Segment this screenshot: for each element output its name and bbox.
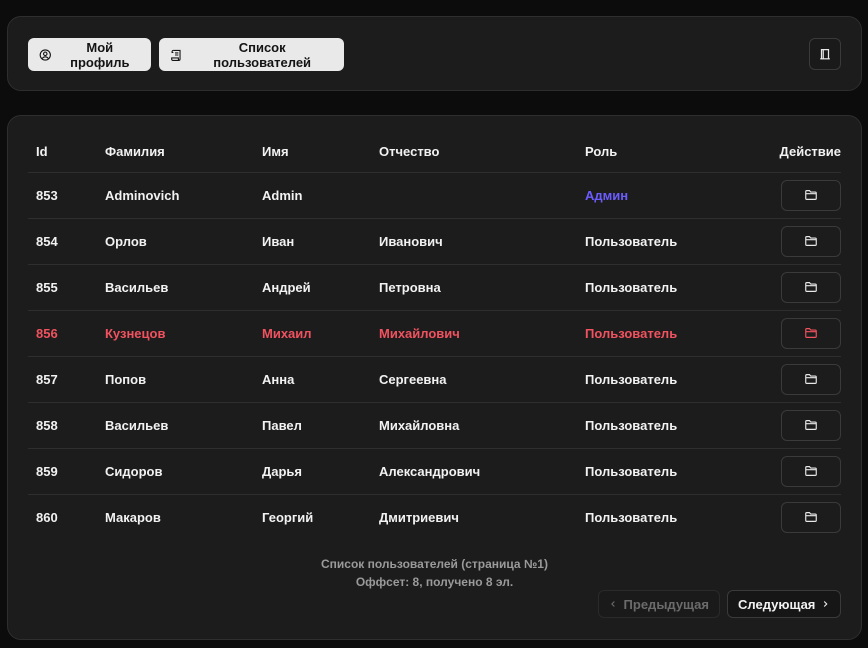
cell-role: Пользователь (577, 264, 741, 311)
previous-page-label: Предыдущая (623, 596, 709, 612)
cell-action (741, 494, 841, 540)
cell-first-name: Георгий (262, 509, 314, 525)
table-row: 859 Сидоров Дарья Александрович Пользователь (28, 448, 841, 495)
cell-id: 854 (28, 218, 97, 265)
cell-first-name: Дарья (254, 448, 371, 495)
user-circle-icon (39, 48, 51, 61)
cell-id: 855 (28, 264, 97, 311)
cell-first-name: Павел (254, 402, 371, 449)
open-user-button[interactable] (781, 225, 841, 257)
open-user-button[interactable] (781, 501, 841, 533)
folder-icon (805, 328, 817, 338)
cell-patronymic: Дмитриевич (379, 509, 459, 525)
cell-patronymic: Александрович (371, 448, 577, 495)
cell-first-name: Анна (254, 356, 371, 403)
offset-info-text: Оффсет: 8, получено 8 эл. (355, 575, 514, 589)
folder-icon (805, 236, 817, 246)
users-table-panel: Id Фамилия Имя Отчество Роль Действие 85… (7, 115, 862, 640)
table-row: 860 Макаров Георгий Дмитриевич Пользователь (28, 494, 841, 540)
cell-first-name: Иван (254, 218, 371, 265)
cell-role: Пользователь (577, 218, 741, 265)
column-header-id: Id (28, 132, 97, 173)
cell-first-name: Михаил (254, 310, 371, 357)
cell-action (741, 356, 841, 403)
cell-action (741, 172, 841, 219)
cell-patronymic: Сергеевна (371, 356, 577, 403)
cell-action (741, 402, 841, 449)
cell-first-name: Admin (254, 172, 371, 219)
cell-last-name: Сидоров (97, 448, 254, 495)
column-header-action: Действие (741, 132, 841, 173)
folder-icon (805, 420, 817, 430)
chevron-left-icon (611, 601, 615, 607)
open-user-button[interactable] (781, 317, 841, 349)
table-row: 853 Adminovich Admin Админ (28, 172, 841, 219)
my-profile-label: Мой профиль (70, 39, 130, 70)
scroll-icon (171, 49, 181, 61)
chevron-right-icon (824, 601, 828, 607)
table-header-row: Id Фамилия Имя Отчество Роль Действие (28, 132, 841, 173)
folder-icon (805, 466, 817, 476)
cell-patronymic (371, 172, 577, 219)
logout-button[interactable] (809, 38, 841, 70)
cell-id: 853 (28, 172, 97, 219)
cell-patronymic: Михайловна (371, 402, 577, 449)
cell-role: Админ (577, 172, 741, 219)
my-profile-button[interactable]: Мой профиль (28, 38, 151, 71)
open-user-button[interactable] (781, 271, 841, 303)
column-header-first-name: Имя (254, 132, 371, 173)
cell-patronymic: Михайлович (371, 310, 577, 357)
users-table: Id Фамилия Имя Отчество Роль Действие 85… (28, 132, 841, 540)
cell-last-name: Орлов (97, 218, 254, 265)
cell-patronymic: Петровна (371, 264, 577, 311)
column-header-last-name: Фамилия (97, 132, 254, 173)
open-user-button[interactable] (781, 179, 841, 211)
cell-role: Пользователь (577, 402, 741, 449)
table-row: 856 Кузнецов Михаил Михайлович Пользователь (28, 310, 841, 357)
cell-role: Пользователь (577, 310, 741, 357)
open-user-button[interactable] (781, 409, 841, 441)
cell-action (741, 264, 841, 311)
table-row: 858 Васильев Павел Михайловна Пользователь (28, 402, 841, 449)
cell-id: 857 (28, 356, 97, 403)
cell-last-name: Adminovich (97, 172, 254, 219)
folder-icon (805, 374, 817, 384)
open-user-button[interactable] (781, 455, 841, 487)
users-list-button[interactable]: Список пользователей (159, 38, 344, 71)
door-icon (820, 49, 830, 60)
cell-id: 858 (28, 402, 97, 449)
cell-last-name: Кузнецов (97, 310, 254, 357)
column-header-role: Роль (577, 132, 741, 173)
previous-page-button[interactable]: Предыдущая (598, 590, 720, 618)
cell-patronymic: Иванович (371, 218, 577, 265)
cell-action (741, 310, 841, 357)
table-row: 857 Попов Анна Сергеевна Пользователь (28, 356, 841, 403)
next-page-button[interactable]: Следующая (727, 590, 841, 618)
open-user-button[interactable] (781, 363, 841, 395)
table-row: 855 Васильев Андрей Петровна Пользователь (28, 264, 841, 311)
top-nav-bar: Мой профиль Список пользователей (7, 16, 862, 91)
cell-role: Пользователь (577, 448, 741, 495)
cell-role: Пользователь (585, 509, 678, 525)
cell-id: 860 (36, 509, 58, 525)
cell-first-name: Андрей (254, 264, 371, 311)
cell-last-name: Васильев (97, 264, 254, 311)
cell-id: 859 (28, 448, 97, 495)
users-list-label: Список пользователей (213, 39, 312, 70)
cell-last-name: Попов (97, 356, 254, 403)
folder-icon (805, 190, 817, 200)
cell-action (741, 218, 841, 265)
folder-icon (805, 282, 817, 292)
folder-icon (805, 512, 817, 523)
cell-last-name: Макаров (105, 509, 161, 525)
cell-last-name: Васильев (97, 402, 254, 449)
cell-action (741, 448, 841, 495)
cell-id: 856 (28, 310, 97, 357)
page-info-text: Список пользователей (страница №1) (321, 557, 548, 571)
column-header-patronymic: Отчество (371, 132, 577, 173)
cell-role: Пользователь (577, 356, 741, 403)
next-page-label: Следующая (738, 596, 816, 612)
table-row: 854 Орлов Иван Иванович Пользователь (28, 218, 841, 265)
